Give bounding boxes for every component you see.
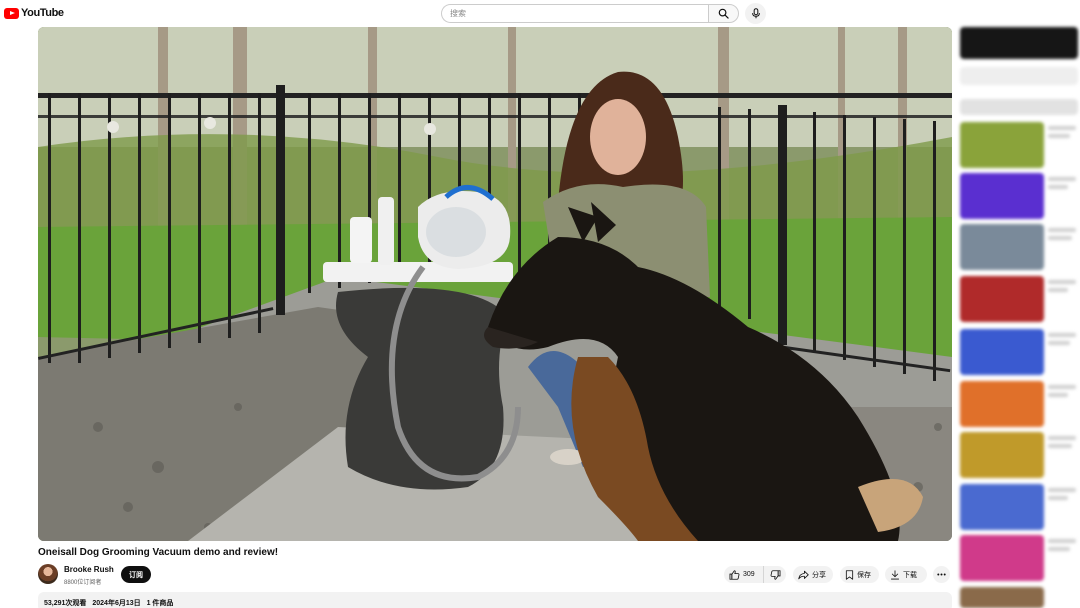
- product-count: 1 件商品: [146, 600, 174, 607]
- recommendation-item[interactable]: [960, 484, 1080, 530]
- search-icon: [718, 8, 729, 19]
- recommendation-item[interactable]: [960, 535, 1080, 581]
- share-button[interactable]: 分享: [793, 566, 833, 583]
- recommendation-thumbnail: [960, 99, 1078, 115]
- thumbs-up-icon: [729, 569, 740, 580]
- recommendation-thumbnail: [960, 122, 1044, 168]
- upload-date: 2024年6月13日: [92, 600, 141, 607]
- recommendation-item[interactable]: [960, 122, 1080, 168]
- dislike-button[interactable]: [764, 566, 786, 583]
- video-player[interactable]: [38, 27, 952, 541]
- share-icon: [798, 570, 809, 579]
- recommendation-thumbnail: [960, 27, 1078, 59]
- recommendation-item[interactable]: [960, 224, 1080, 270]
- save-button[interactable]: 保存: [840, 566, 879, 583]
- recommendation-thumbnail: [960, 484, 1044, 530]
- download-button[interactable]: 下载: [885, 566, 927, 583]
- save-label: 保存: [857, 571, 871, 579]
- recommendation-item[interactable]: [960, 329, 1080, 375]
- subscribe-button[interactable]: 订阅: [121, 566, 151, 583]
- mic-icon: [751, 8, 760, 19]
- recommendation-thumbnail: [960, 381, 1044, 427]
- youtube-logo[interactable]: YouTube: [4, 7, 64, 19]
- recommendation-item[interactable]: [960, 432, 1080, 478]
- search-button[interactable]: [708, 4, 739, 23]
- description-box[interactable]: 53,291次观看 2024年6月13日 1 件商品: [38, 592, 952, 608]
- search-input[interactable]: [441, 4, 708, 23]
- recommendation-thumbnail: [960, 276, 1044, 322]
- recommendation-thumbnail: [960, 587, 1044, 608]
- view-count: 53,291次观看: [44, 600, 87, 607]
- recommendations-sidebar: [958, 27, 1080, 608]
- download-label: 下载: [903, 571, 917, 579]
- like-count: 309: [743, 571, 755, 578]
- voice-search-button[interactable]: [745, 3, 766, 24]
- top-bar: YouTube: [0, 0, 1080, 27]
- recommendation-item[interactable]: [960, 381, 1080, 427]
- recommendation-thumbnail: [960, 432, 1044, 478]
- recommendation-item[interactable]: [960, 587, 1080, 608]
- recommendation-thumbnail: [960, 173, 1044, 219]
- channel-name[interactable]: Brooke Rush: [64, 565, 114, 574]
- recommendation-item[interactable]: [960, 173, 1080, 219]
- like-dislike-group: 309: [724, 566, 786, 583]
- video-frame: [38, 27, 952, 541]
- subscriber-count: 8800位订阅者: [64, 580, 102, 586]
- recommendation-thumbnail: [960, 329, 1044, 375]
- recommendation-thumbnail: [960, 224, 1044, 270]
- thumbs-down-icon: [770, 569, 780, 580]
- more-actions-button[interactable]: [933, 566, 950, 583]
- recommendation-thumbnail: [960, 67, 1078, 85]
- bookmark-icon: [845, 569, 854, 580]
- recommendation-item[interactable]: [960, 276, 1080, 322]
- youtube-play-icon: [4, 7, 19, 19]
- like-button[interactable]: 309: [724, 566, 764, 583]
- recommendation-thumbnail: [960, 535, 1044, 581]
- logo-text: YouTube: [21, 7, 64, 19]
- video-title: Oneisall Dog Grooming Vacuum demo and re…: [38, 547, 279, 558]
- share-label: 分享: [812, 571, 826, 579]
- search-bar: [441, 4, 739, 23]
- channel-avatar[interactable]: [38, 564, 58, 584]
- more-horizontal-icon: [937, 573, 946, 576]
- download-icon: [890, 569, 900, 579]
